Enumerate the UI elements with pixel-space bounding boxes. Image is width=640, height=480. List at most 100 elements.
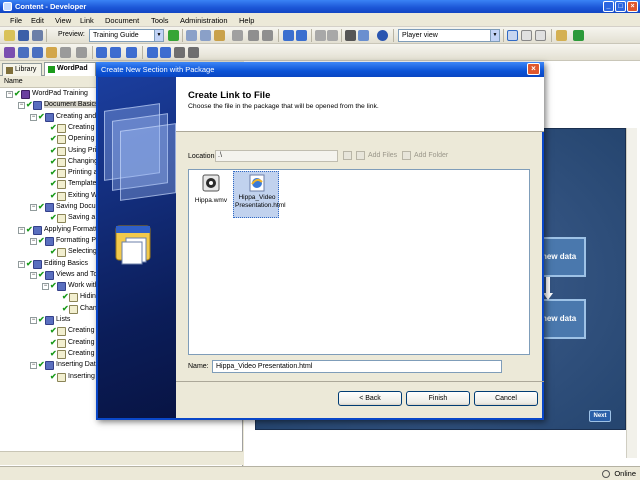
collapse-icon[interactable]: −: [30, 113, 37, 121]
flow-box-2-label: new data: [542, 314, 577, 323]
new-document-icon[interactable]: [4, 30, 15, 41]
cancel-button[interactable]: Cancel: [474, 391, 538, 406]
page-icon: [57, 248, 66, 258]
properties-icon[interactable]: [248, 30, 259, 41]
file-name: Hippa.wmv: [194, 197, 228, 204]
redo-icon[interactable]: [296, 30, 307, 41]
vertical-scrollbar[interactable]: [626, 128, 637, 458]
layout-view-icon[interactable]: [507, 30, 518, 41]
outline-icon[interactable]: [4, 47, 15, 58]
find-icon[interactable]: [262, 30, 273, 41]
publish-icon[interactable]: [556, 30, 567, 41]
next-button[interactable]: Next: [589, 410, 611, 422]
insert-section-icon[interactable]: [18, 47, 29, 58]
menu-help[interactable]: Help: [239, 16, 254, 25]
collapse-icon[interactable]: −: [30, 317, 37, 324]
outline-view-icon[interactable]: [535, 30, 546, 41]
collapse-icon[interactable]: −: [18, 260, 25, 268]
close-button[interactable]: ×: [627, 1, 638, 12]
horizontal-scrollbar[interactable]: [0, 451, 243, 465]
tree-node-label: Lists: [56, 316, 71, 323]
page-graphic: [120, 123, 176, 201]
view-select-value: Player view: [402, 32, 438, 39]
sort-icon[interactable]: [174, 47, 185, 58]
collapse-icon[interactable]: −: [18, 102, 25, 110]
tree-node-label: Saving a: [68, 214, 96, 222]
flow-box-1-label: new data: [542, 252, 577, 261]
collapse-icon[interactable]: −: [30, 271, 37, 279]
file-list[interactable]: Hippa.wmv Hippa_Video Presentation.html: [188, 169, 530, 355]
insert-topic-icon[interactable]: [32, 47, 43, 58]
check-icon: ✔: [50, 281, 57, 291]
delete-icon[interactable]: [232, 30, 243, 41]
insert-package-icon[interactable]: [46, 47, 57, 58]
menu-document[interactable]: Document: [105, 16, 139, 25]
preview-select[interactable]: Training Guide ▼: [89, 29, 164, 42]
menu-file[interactable]: File: [10, 16, 22, 25]
media-file-icon: [202, 174, 220, 192]
name-label: Name:: [188, 363, 209, 370]
move-down-icon[interactable]: [110, 47, 121, 58]
filter-icon[interactable]: [188, 47, 199, 58]
go-icon[interactable]: [168, 30, 179, 41]
chevron-down-icon: ▼: [490, 30, 499, 41]
cut-icon[interactable]: [186, 30, 197, 41]
file-item-html[interactable]: Hippa_Video Presentation.html: [233, 171, 286, 218]
collapse-icon[interactable]: −: [30, 362, 37, 370]
view-select[interactable]: Player view ▼: [398, 29, 500, 42]
spell-check-icon[interactable]: [358, 30, 369, 41]
tab-wordpad[interactable]: WordPad: [44, 62, 96, 76]
tree-node-label: Printing a: [68, 169, 98, 177]
menu-link[interactable]: Link: [80, 16, 94, 25]
page-icon: [57, 349, 66, 359]
minimize-button[interactable]: _: [603, 1, 614, 12]
menu-edit[interactable]: Edit: [31, 16, 44, 25]
menu-administration[interactable]: Administration: [180, 16, 228, 25]
location-field[interactable]: .\: [215, 150, 338, 162]
tab-library[interactable]: Library: [2, 63, 42, 76]
question-icon[interactable]: [60, 47, 71, 58]
check-icon: ✔: [62, 292, 69, 302]
up-folder-icon[interactable]: [343, 151, 352, 160]
undo-icon[interactable]: [283, 30, 294, 41]
finish-button[interactable]: Finish: [406, 391, 470, 406]
split-view-icon[interactable]: [521, 30, 532, 41]
check-icon: ✔: [50, 190, 57, 200]
page-icon: [57, 191, 66, 201]
book-icon: [33, 259, 42, 269]
save-icon[interactable]: [18, 30, 29, 41]
collapse-icon[interactable]: −: [18, 226, 25, 234]
page-icon: [69, 304, 78, 314]
menu-bar: File Edit View Link Document Tools Admin…: [0, 13, 640, 27]
maximize-button[interactable]: □: [615, 1, 626, 12]
collapse-icon[interactable]: −: [6, 91, 13, 98]
link-icon[interactable]: [76, 47, 87, 58]
collapse-icon[interactable]: −: [30, 204, 37, 211]
refresh-icon[interactable]: [573, 30, 584, 41]
collapse-icon[interactable]: −: [30, 237, 37, 245]
name-field[interactable]: Hippa_Video Presentation.html: [212, 360, 502, 373]
menu-tools[interactable]: Tools: [151, 16, 169, 25]
back-button[interactable]: < Back: [338, 391, 402, 406]
collapse-icon[interactable]: −: [42, 283, 49, 291]
add-folder-button[interactable]: Add Folder: [414, 152, 448, 159]
dialog-close-button[interactable]: ×: [527, 63, 540, 75]
add-files-button[interactable]: Add Files: [368, 152, 397, 159]
check-icon: ✔: [26, 100, 33, 110]
copy-icon[interactable]: [200, 30, 211, 41]
print-icon[interactable]: [32, 30, 43, 41]
file-item-wmv[interactable]: Hippa.wmv: [192, 173, 230, 213]
expand-icon[interactable]: [315, 30, 326, 41]
page-icon: [69, 293, 78, 303]
file-name: Hippa_Video Presentation.html: [235, 194, 286, 209]
tab-library-label: Library: [15, 66, 37, 73]
collapse-icon[interactable]: [327, 30, 338, 41]
indent-icon[interactable]: [147, 47, 158, 58]
paste-icon[interactable]: [214, 30, 225, 41]
menu-view[interactable]: View: [55, 16, 71, 25]
move-down-icon[interactable]: [126, 47, 137, 58]
binoculars-icon[interactable]: [345, 30, 356, 41]
move-up-icon[interactable]: [96, 47, 107, 58]
outdent-icon[interactable]: [160, 47, 171, 58]
help-icon[interactable]: [377, 30, 388, 41]
